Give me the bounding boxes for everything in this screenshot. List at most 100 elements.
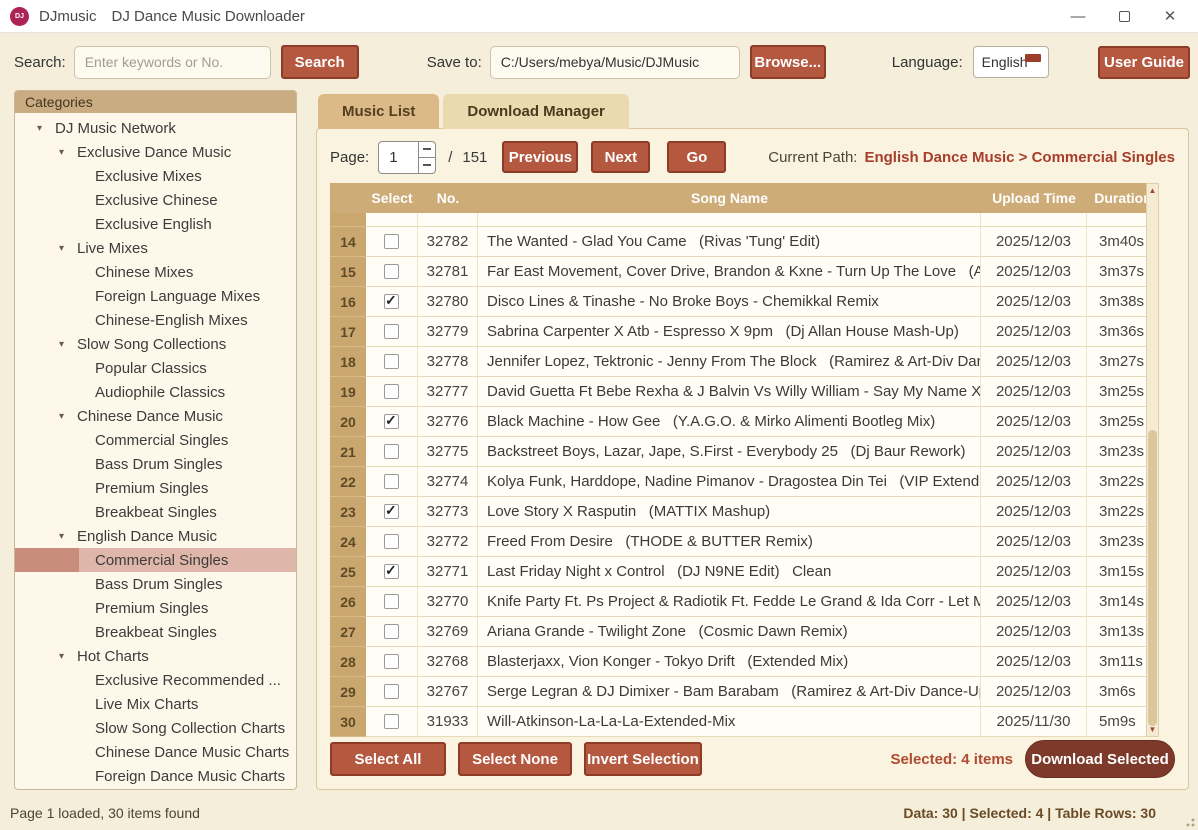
- language-select[interactable]: English: [973, 46, 1049, 78]
- spin-up-button[interactable]: [419, 142, 435, 157]
- row-checkbox[interactable]: ✓: [384, 264, 399, 279]
- sidebar-item[interactable]: Bass Drum Singles: [15, 572, 296, 596]
- sidebar-item[interactable]: Commercial Singles: [15, 548, 296, 572]
- sidebar-item[interactable]: Live Mix Charts: [15, 692, 296, 716]
- table-row[interactable]: 30✓31933Will-Atkinson-La-La-La-Extended-…: [330, 707, 1159, 737]
- sidebar-item-label: Audiophile Classics: [95, 384, 225, 401]
- table-row[interactable]: 16✓32780Disco Lines & Tinashe - No Broke…: [330, 287, 1159, 317]
- tree-expand-arrow-icon[interactable]: ▾: [59, 531, 71, 542]
- tab-download-manager[interactable]: Download Manager: [443, 94, 629, 129]
- upload-time: 2025/12/03: [981, 587, 1087, 617]
- tree-expand-arrow-icon[interactable]: ▾: [59, 147, 71, 158]
- table-scrollbar[interactable]: ▲ ▼: [1146, 183, 1159, 737]
- tree-expand-arrow-icon[interactable]: ▾: [59, 411, 71, 422]
- table-row[interactable]: 23✓32773Love Story X Rasputin (MATTIX Ma…: [330, 497, 1159, 527]
- sidebar-item[interactable]: Commercial Singles: [15, 428, 296, 452]
- sidebar-item[interactable]: Bass Drum Singles: [15, 452, 296, 476]
- table-row[interactable]: 27✓32769Ariana Grande - Twilight Zone (C…: [330, 617, 1159, 647]
- table-row[interactable]: 28✓32768Blasterjaxx, Vion Konger - Tokyo…: [330, 647, 1159, 677]
- table-row[interactable]: 20✓32776Black Machine - How Gee (Y.A.G.O…: [330, 407, 1159, 437]
- table-row[interactable]: 29✓32767Serge Legran & DJ Dimixer - Bam …: [330, 677, 1159, 707]
- row-checkbox-checked[interactable]: ✓: [384, 294, 399, 309]
- user-guide-button[interactable]: User Guide: [1098, 46, 1190, 79]
- sidebar-item[interactable]: Chinese-English Mixes: [15, 308, 296, 332]
- select-all-button[interactable]: Select All: [330, 742, 446, 776]
- sidebar-item[interactable]: Breakbeat Singles: [15, 500, 296, 524]
- sidebar-item[interactable]: ▾Hot Charts: [15, 644, 296, 668]
- sidebar-item[interactable]: ▾Chinese Dance Music: [15, 404, 296, 428]
- sidebar-item[interactable]: Foreign Dance Music Charts: [15, 764, 296, 788]
- invert-selection-button[interactable]: Invert Selection: [584, 742, 702, 776]
- search-button[interactable]: Search: [281, 45, 359, 79]
- row-checkbox[interactable]: ✓: [384, 474, 399, 489]
- previous-button[interactable]: Previous: [502, 141, 578, 173]
- row-checkbox[interactable]: ✓: [384, 594, 399, 609]
- row-checkbox[interactable]: ✓: [384, 684, 399, 699]
- tab-music-list[interactable]: Music List: [318, 94, 439, 129]
- sidebar-item[interactable]: Chinese Dance Music Charts: [15, 740, 296, 764]
- close-icon[interactable]: ✕: [1162, 8, 1178, 24]
- table-row[interactable]: 17✓32779Sabrina Carpenter X Atb - Espres…: [330, 317, 1159, 347]
- row-checkbox-checked[interactable]: ✓: [384, 564, 399, 579]
- sidebar-item[interactable]: ▾Live Mixes: [15, 236, 296, 260]
- row-checkbox[interactable]: ✓: [384, 624, 399, 639]
- table-row[interactable]: 18✓32778Jennifer Lopez, Tektronic - Jenn…: [330, 347, 1159, 377]
- table-row[interactable]: 24✓32772Freed From Desire (THODE & BUTTE…: [330, 527, 1159, 557]
- sidebar-item[interactable]: Premium Singles: [15, 476, 296, 500]
- scrollbar-thumb[interactable]: [1148, 430, 1157, 726]
- sidebar-item[interactable]: Audiophile Classics: [15, 380, 296, 404]
- sidebar-item-label: Breakbeat Singles: [95, 504, 217, 521]
- table-row[interactable]: 15✓32781Far East Movement, Cover Drive, …: [330, 257, 1159, 287]
- row-checkbox[interactable]: ✓: [384, 354, 399, 369]
- row-checkbox[interactable]: ✓: [384, 234, 399, 249]
- sidebar-item[interactable]: Exclusive Chinese: [15, 188, 296, 212]
- next-button[interactable]: Next: [591, 141, 650, 173]
- row-checkbox[interactable]: ✓: [384, 384, 399, 399]
- sidebar-item[interactable]: Chinese Mixes: [15, 260, 296, 284]
- maximize-icon[interactable]: [1116, 8, 1132, 24]
- go-button[interactable]: Go: [667, 141, 726, 173]
- table-row[interactable]: 26✓32770Knife Party Ft. Ps Project & Rad…: [330, 587, 1159, 617]
- table-row[interactable]: 19✓32777David Guetta Ft Bebe Rexha & J B…: [330, 377, 1159, 407]
- sidebar-item[interactable]: ▾English Dance Music: [15, 524, 296, 548]
- table-row[interactable]: 22✓32774Kolya Funk, Harddope, Nadine Pim…: [330, 467, 1159, 497]
- sidebar-item[interactable]: Exclusive Recommended ...: [15, 668, 296, 692]
- sidebar-item[interactable]: ▾Exclusive Dance Music: [15, 140, 296, 164]
- page-spinner[interactable]: 1: [378, 141, 436, 174]
- tree-expand-arrow-icon[interactable]: ▾: [37, 123, 49, 134]
- minimize-icon[interactable]: —: [1070, 8, 1086, 24]
- download-selected-button[interactable]: Download Selected: [1025, 740, 1175, 778]
- scroll-down-icon[interactable]: ▼: [1147, 723, 1158, 736]
- search-input[interactable]: [74, 46, 271, 79]
- sidebar-item[interactable]: Premium Singles: [15, 596, 296, 620]
- table-row[interactable]: 25✓32771Last Friday Night x Control (DJ …: [330, 557, 1159, 587]
- row-checkbox-checked[interactable]: ✓: [384, 504, 399, 519]
- row-checkbox[interactable]: ✓: [384, 714, 399, 729]
- sidebar-item[interactable]: ▾DJ Music Network: [15, 116, 296, 140]
- browse-button[interactable]: Browse...: [750, 45, 826, 79]
- resize-grip-icon[interactable]: [1183, 815, 1195, 827]
- row-checkbox[interactable]: ✓: [384, 324, 399, 339]
- row-checkbox-checked[interactable]: ✓: [384, 414, 399, 429]
- sidebar-item[interactable]: Popular Classics: [15, 356, 296, 380]
- select-none-button[interactable]: Select None: [458, 742, 572, 776]
- save-path-input[interactable]: [490, 46, 740, 79]
- spin-down-button[interactable]: [419, 157, 435, 173]
- sidebar-item[interactable]: Breakbeat Singles: [15, 620, 296, 644]
- page-value[interactable]: 1: [379, 142, 418, 173]
- tree-expand-arrow-icon[interactable]: ▾: [59, 339, 71, 350]
- sidebar-item[interactable]: Exclusive English: [15, 212, 296, 236]
- table-row[interactable]: 21✓32775Backstreet Boys, Lazar, Jape, S.…: [330, 437, 1159, 467]
- table-row[interactable]: 14✓32782The Wanted - Glad You Came (Riva…: [330, 227, 1159, 257]
- row-checkbox[interactable]: ✓: [384, 654, 399, 669]
- sidebar-item[interactable]: ▾Slow Song Collections: [15, 332, 296, 356]
- scroll-up-icon[interactable]: ▲: [1147, 184, 1158, 197]
- sidebar-item[interactable]: Slow Song Collection Charts: [15, 716, 296, 740]
- sidebar-item[interactable]: Foreign Language Mixes: [15, 284, 296, 308]
- row-checkbox[interactable]: ✓: [384, 444, 399, 459]
- tree-expand-arrow-icon[interactable]: ▾: [59, 651, 71, 662]
- song-number: 32775: [418, 437, 478, 467]
- sidebar-item[interactable]: Exclusive Mixes: [15, 164, 296, 188]
- row-checkbox[interactable]: ✓: [384, 534, 399, 549]
- tree-expand-arrow-icon[interactable]: ▾: [59, 243, 71, 254]
